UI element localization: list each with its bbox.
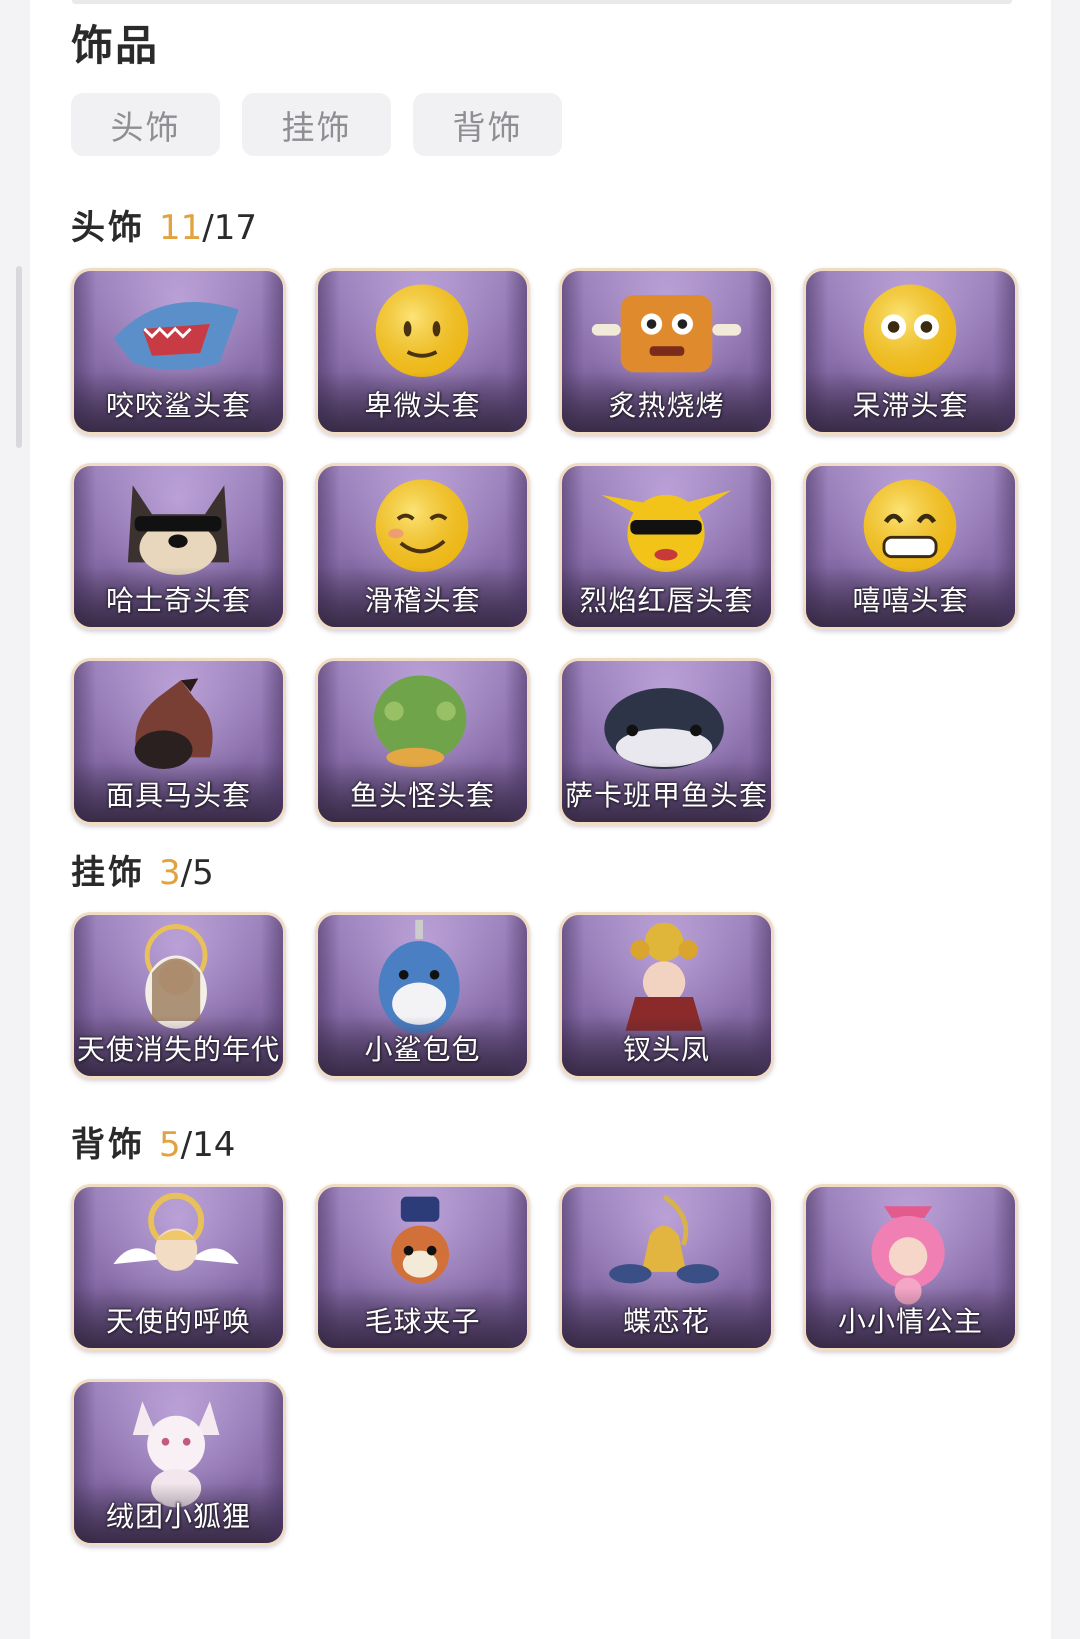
owned-count: 5 <box>159 1125 181 1165</box>
accessory-card[interactable]: 哈士奇头套 <box>71 463 286 630</box>
accessory-name: 小鲨包包 <box>364 1033 481 1066</box>
tab-headwear[interactable]: 头饰 <box>71 93 220 156</box>
owned-count: 3 <box>159 853 181 893</box>
accessory-card[interactable]: 萨卡班甲鱼头套 <box>559 658 774 825</box>
accessory-name: 钗头凤 <box>622 1033 710 1066</box>
accessory-name: 面具马头套 <box>105 779 251 812</box>
accessory-card[interactable]: 小小情公主 <box>803 1184 1018 1351</box>
accessory-name: 绒团小狐狸 <box>105 1500 251 1533</box>
accessory-name: 天使的呼唤 <box>105 1305 251 1338</box>
total-count: 14 <box>192 1125 236 1165</box>
accessory-card[interactable]: 呆滞头套 <box>803 268 1018 435</box>
scroll-indicator[interactable] <box>16 266 22 448</box>
accessory-card[interactable]: 天使消失的年代 <box>71 912 286 1079</box>
headwear-grid: 咬咬鲨头套 卑微头套 炙热烧烤 呆滞头套哈士奇头套 滑稽头套 烈焰红唇头套 嘻嘻头套面具马头… <box>71 268 1018 825</box>
tab-pendant[interactable]: 挂饰 <box>242 93 391 156</box>
accessory-card[interactable]: 滑稽头套 <box>315 463 530 630</box>
top-divider <box>72 0 1012 4</box>
accessory-name: 呆滞头套 <box>852 389 969 422</box>
section-title: 头饰 <box>71 208 145 248</box>
accessory-name: 卑微头套 <box>364 389 481 422</box>
accessory-name: 鱼头怪头套 <box>349 779 495 812</box>
section-title: 挂饰 <box>71 853 145 893</box>
back-grid: 天使的呼唤 毛球夹子 蝶恋花 小小情公主绒团小狐狸 <box>71 1184 1018 1546</box>
accessory-name: 蝶恋花 <box>622 1305 710 1338</box>
page-title: 饰品 <box>71 21 160 70</box>
accessory-card[interactable]: 烈焰红唇头套 <box>559 463 774 630</box>
accessory-card[interactable]: 蝶恋花 <box>559 1184 774 1351</box>
accessory-card[interactable]: 炙热烧烤 <box>559 268 774 435</box>
accessory-name: 哈士奇头套 <box>105 584 251 617</box>
accessory-name: 烈焰红唇头套 <box>579 584 754 617</box>
accessory-card[interactable]: 天使的呼唤 <box>71 1184 286 1351</box>
accessory-name: 毛球夹子 <box>364 1305 481 1338</box>
accessory-card[interactable]: 面具马头套 <box>71 658 286 825</box>
total-count: 17 <box>213 208 257 248</box>
accessory-card[interactable]: 嘻嘻头套 <box>803 463 1018 630</box>
accessory-card[interactable]: 小鲨包包 <box>315 912 530 1079</box>
owned-count: 11 <box>159 208 203 248</box>
accessory-name: 小小情公主 <box>837 1305 983 1338</box>
total-count: 5 <box>192 853 214 893</box>
accessory-card[interactable]: 钗头凤 <box>559 912 774 1079</box>
accessory-name: 咬咬鲨头套 <box>105 389 251 422</box>
accessory-card[interactable]: 鱼头怪头套 <box>315 658 530 825</box>
section-title: 背饰 <box>71 1125 145 1165</box>
accessory-card[interactable]: 卑微头套 <box>315 268 530 435</box>
pendant-grid: 天使消失的年代 小鲨包包 钗头凤 <box>71 912 1018 1079</box>
accessory-name: 滑稽头套 <box>364 584 481 617</box>
accessory-card[interactable]: 咬咬鲨头套 <box>71 268 286 435</box>
accessory-name: 嘻嘻头套 <box>852 584 969 617</box>
tab-back[interactable]: 背饰 <box>413 93 562 156</box>
accessory-name: 萨卡班甲鱼头套 <box>564 779 768 812</box>
section-header-pendant: 挂饰 3 / 5 <box>71 845 214 894</box>
accessory-card[interactable]: 绒团小狐狸 <box>71 1379 286 1546</box>
accessory-name: 炙热烧烤 <box>608 389 725 422</box>
section-header-headwear: 头饰 11 / 17 <box>71 200 257 249</box>
category-tabs: 头饰 挂饰 背饰 <box>71 93 562 156</box>
section-header-back: 背饰 5 / 14 <box>71 1117 235 1166</box>
accessory-card[interactable]: 毛球夹子 <box>315 1184 530 1351</box>
accessory-name: 天使消失的年代 <box>76 1033 280 1066</box>
